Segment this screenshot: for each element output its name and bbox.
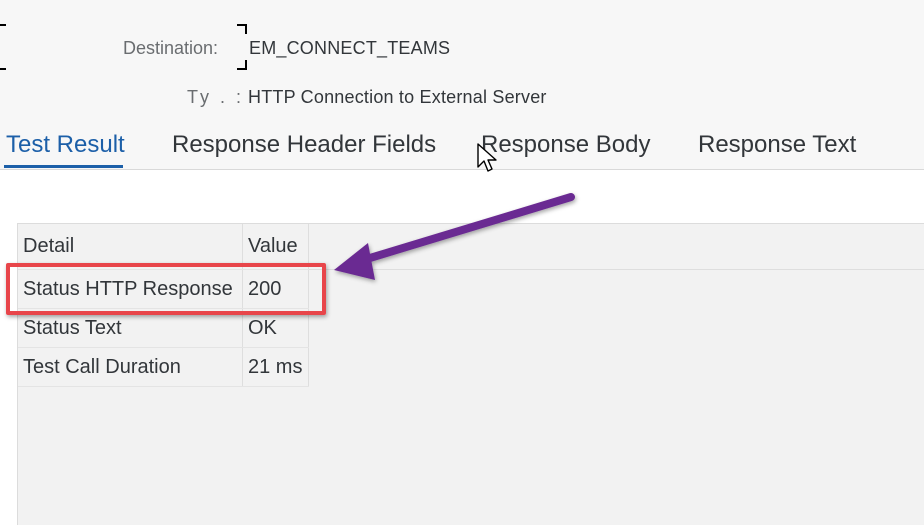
focus-bracket-top-right [237, 24, 247, 34]
status-highlight-box [6, 263, 326, 315]
mouse-pointer-icon [477, 143, 497, 172]
destination-value: EM_CONNECT_TEAMS [249, 38, 451, 58]
tab-response-header-fields[interactable]: Response Header Fields [172, 131, 436, 159]
type-label: Ty . : [187, 87, 245, 107]
type-value: HTTP Connection to External Server [248, 87, 547, 107]
tab-bar: Test Result Response Header Fields Respo… [0, 125, 924, 170]
detail-cell: Test Call Duration [18, 347, 243, 387]
focus-bracket-bottom-left [0, 68, 6, 70]
connection-header: Destination: EM_CONNECT_TEAMS Ty . : HTT… [0, 0, 924, 125]
active-tab-indicator [4, 165, 123, 168]
tab-response-text[interactable]: Response Text [698, 131, 856, 159]
table-row[interactable]: Test Call Duration 21 ms [18, 347, 309, 387]
connection-test-page: Destination: EM_CONNECT_TEAMS Ty . : HTT… [0, 0, 924, 525]
destination-label: Destination: [123, 38, 219, 58]
tab-response-body[interactable]: Response Body [481, 131, 650, 159]
tab-test-result[interactable]: Test Result [6, 131, 125, 159]
focus-bracket-top-left [0, 24, 6, 26]
test-result-content: Detail Value Status HTTP Response 200 St… [0, 170, 924, 525]
value-cell: 21 ms [242, 347, 309, 387]
focus-bracket-bottom-right [237, 60, 247, 70]
